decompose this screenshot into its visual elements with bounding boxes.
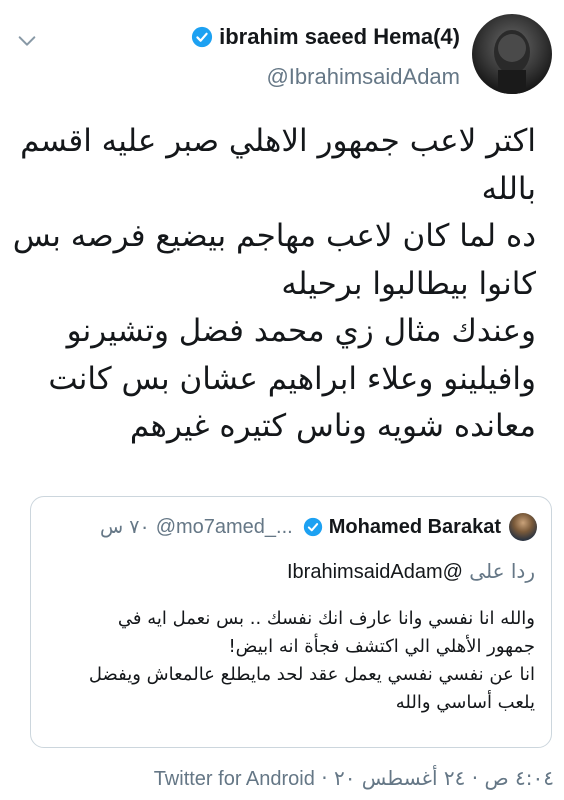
- author-handle[interactable]: @IbrahimsaidAdam: [191, 64, 460, 90]
- tweet-text-line: بالله: [481, 170, 536, 207]
- quoted-text-line: انا عن نفسي نفسي يعمل عقد لحد مايطلع عال…: [88, 664, 535, 685]
- quoted-tweet-time: ٧٠ س: [100, 516, 150, 538]
- avatar[interactable]: [472, 14, 552, 94]
- tweet-date[interactable]: ٢٤ أغسطس ٢٠: [334, 766, 465, 790]
- quoted-tweet-header: ٧٠ س @mo7amed_... Mohamed Barakat: [45, 513, 537, 541]
- quoted-text-line: جمهور الأهلي الي اكتشف فجأة انه ابيض!: [228, 636, 535, 657]
- tweet-text-line: كانوا بيطالبوا برحيله: [281, 265, 536, 302]
- reply-to-label: ردا على: [469, 559, 535, 583]
- tweet-text-line: وعندك مثال زي محمد فضل وتشيرنو: [66, 313, 536, 349]
- chevron-down-icon[interactable]: [16, 30, 38, 52]
- verified-badge-icon: [192, 26, 213, 48]
- tweet-time[interactable]: ٤:٠٤ ص: [484, 766, 554, 790]
- tweet-text: اكتر لاعب جمهور الاهلي صبر عليه اقسم بال…: [12, 118, 536, 451]
- tweet-metadata: ٤:٠٤ ص · ٢٤ أغسطس ٢٠ · Twitter for Andro…: [154, 766, 554, 791]
- quoted-text-line: يلعب أساسي والله: [395, 692, 535, 713]
- tweet-text-line: ده لما كان لاعب مهاجم بيضيع فرصه بس: [12, 218, 536, 254]
- quoted-text-line: والله انا نفسي وانا عارف انك نفسك .. بس …: [117, 608, 535, 629]
- author-names: ibrahim saeed Hema(4) @IbrahimsaidAdam: [191, 24, 460, 90]
- tweet-header: ibrahim saeed Hema(4) @IbrahimsaidAdam: [191, 14, 552, 94]
- tweet-text-line: وافيلينو وعلاء ابراهيم عشان بس كانت: [48, 360, 536, 397]
- metadata-separator: ·: [471, 766, 479, 790]
- tweet-text-line: معانده شويه وناس كتيره غيرهم: [129, 408, 536, 444]
- metadata-separator: ·: [321, 766, 328, 790]
- tweet-text-line: اكتر لاعب جمهور الاهلي صبر عليه اقسم: [20, 123, 536, 159]
- quoted-author-avatar: [509, 513, 537, 541]
- avatar-image: [494, 30, 530, 94]
- quoted-author-handle: @mo7amed_...: [155, 515, 293, 538]
- verified-badge-icon: [303, 517, 322, 537]
- author-name-row[interactable]: ibrahim saeed Hema(4): [191, 24, 460, 50]
- tweet-source[interactable]: Twitter for Android: [154, 768, 315, 790]
- reply-to: ردا على @IbrahimsaidAdam: [287, 559, 535, 584]
- quoted-tweet[interactable]: ٧٠ س @mo7amed_... Mohamed Barakat ردا عل…: [30, 496, 552, 748]
- reply-to-mention[interactable]: @IbrahimsaidAdam: [287, 561, 463, 583]
- quoted-tweet-text: والله انا نفسي وانا عارف انك نفسك .. بس …: [45, 605, 535, 717]
- quoted-author-name: Mohamed Barakat: [328, 515, 501, 538]
- author-display-name[interactable]: ibrahim saeed Hema(4): [219, 24, 460, 50]
